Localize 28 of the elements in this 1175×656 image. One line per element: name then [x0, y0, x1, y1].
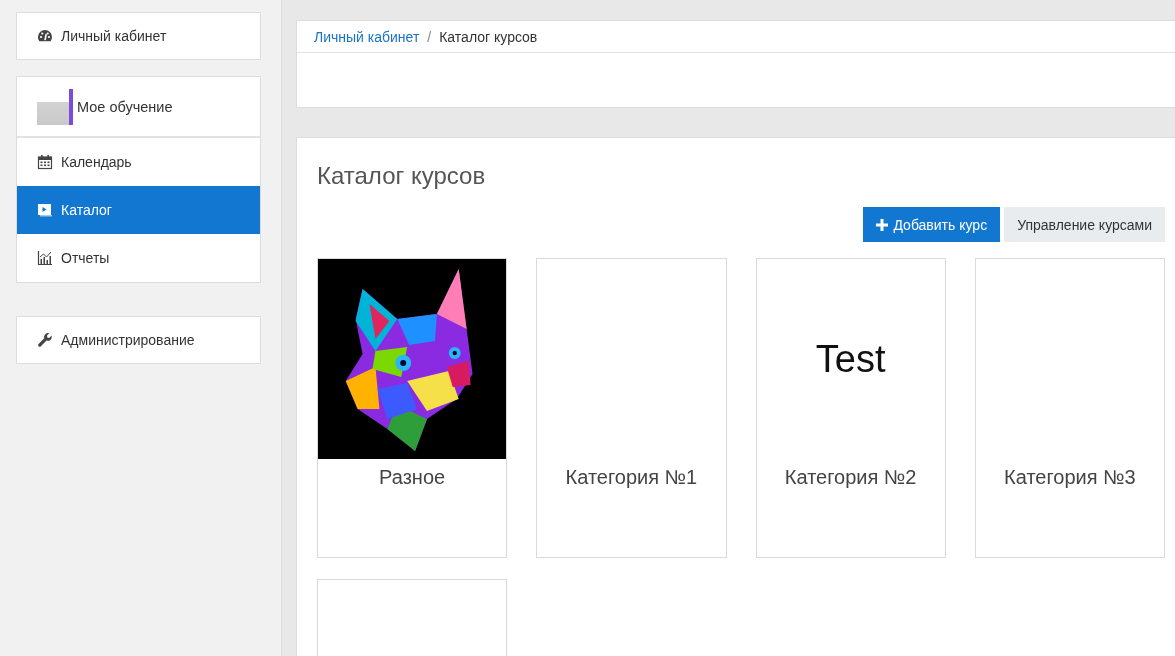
thumbnail-image — [37, 88, 73, 125]
page-title: Каталог курсов — [317, 161, 487, 191]
breadcrumb-link[interactable]: Личный кабинет — [314, 28, 420, 45]
breadcrumb-current: Каталог курсов — [439, 28, 538, 45]
sidebar-item[interactable]: Каталог — [17, 186, 260, 234]
calendar-icon — [37, 154, 53, 170]
category-title: Категория №2 — [784, 465, 917, 489]
sidebar-item[interactable]: Личный кабинет — [17, 13, 260, 59]
category-title: Категория №3 — [1004, 465, 1136, 489]
sidebar-item[interactable]: Календарь — [17, 138, 260, 186]
category-card[interactable]: Test Категория №2 — [755, 258, 946, 558]
plus-icon — [876, 218, 889, 231]
dashboard-icon — [37, 28, 53, 44]
category-title: Категория №1 — [565, 465, 698, 489]
category-card[interactable]: Категория №3 — [974, 258, 1165, 558]
sidebar-item[interactable]: Администрирование — [17, 317, 260, 363]
category-card[interactable]: Разное — [317, 258, 508, 558]
category-title: Разное — [379, 465, 446, 489]
video-screen-icon — [37, 202, 53, 218]
category-card[interactable]: Категория №1 — [536, 258, 727, 558]
sidebar-section-title: Мое обучение — [77, 98, 173, 115]
sidebar-item[interactable]: Отчеты — [17, 234, 260, 282]
wrench-icon — [37, 332, 53, 348]
bar-chart-icon — [37, 250, 53, 266]
breadcrumb-separator: / — [427, 28, 432, 45]
image-text: Test — [815, 337, 886, 381]
manage-courses-button[interactable]: Управление курсами — [1004, 207, 1165, 242]
add-course-button[interactable]: Добавить курс — [863, 207, 1001, 242]
